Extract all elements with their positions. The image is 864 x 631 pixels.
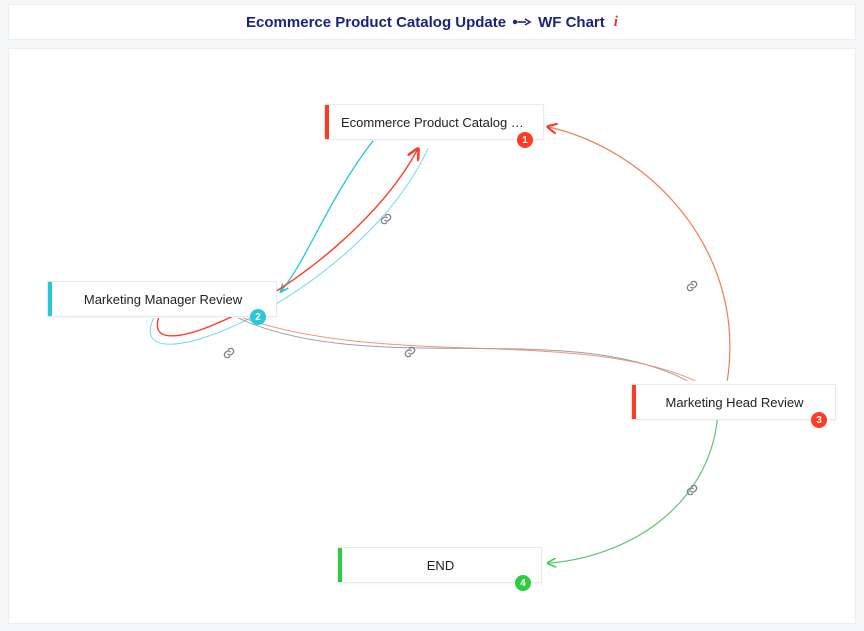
link-icon [403,345,417,359]
link-icon [685,279,699,293]
link-icon [379,212,393,226]
node-badge: 3 [811,412,827,428]
header-bar: Ecommerce Product Catalog Update WF Char… [8,4,856,40]
node-badge: 1 [517,132,533,148]
title-left: Ecommerce Product Catalog Update [246,14,506,31]
info-icon[interactable]: i [614,14,618,31]
workflow-canvas[interactable]: Ecommerce Product Catalog Up… 1 Marketin… [8,48,856,624]
link-icon [685,483,699,497]
title-right: WF Chart [538,14,605,31]
wf-node-start[interactable]: Ecommerce Product Catalog Up… 1 [324,104,544,140]
wf-node-marketing-head-review[interactable]: Marketing Head Review 3 [631,384,836,420]
node-label: END [342,558,541,573]
node-label: Marketing Manager Review [52,292,276,307]
node-label: Marketing Head Review [636,395,835,410]
page-title: Ecommerce Product Catalog Update WF Char… [246,14,618,31]
node-badge: 4 [515,575,531,591]
wf-node-end[interactable]: END 4 [337,547,542,583]
flow-icon [512,16,532,28]
wf-node-marketing-manager-review[interactable]: Marketing Manager Review 2 [47,281,277,317]
node-badge: 2 [250,309,266,325]
link-icon [222,346,236,360]
node-label: Ecommerce Product Catalog Up… [329,115,543,130]
